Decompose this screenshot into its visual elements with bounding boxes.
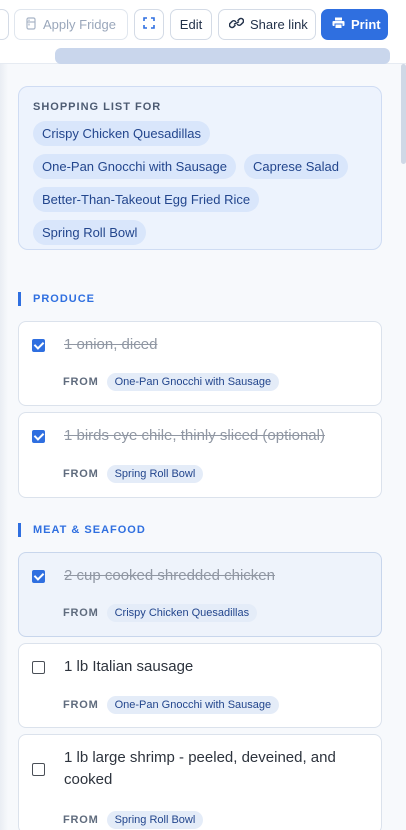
section-heading-meat-seafood: MEAT & SEAFOOD	[18, 523, 146, 537]
item-checkbox[interactable]	[32, 430, 45, 443]
section-heading-produce: PRODUCE	[18, 292, 95, 306]
shopping-list-card: SHOPPING LIST FOR Crispy Chicken Quesadi…	[18, 86, 382, 250]
apply-fridge-button[interactable]: Apply Fridge	[14, 9, 128, 40]
item-text: 1 birds eye chile, thinly sliced (option…	[64, 427, 325, 444]
source-recipe-chip[interactable]: Crispy Chicken Quesadillas	[106, 604, 258, 622]
fullscreen-button[interactable]	[134, 9, 164, 40]
source-recipe-chip[interactable]: One-Pan Gnocchi with Sausage	[106, 373, 280, 391]
apply-fridge-label: Apply Fridge	[43, 17, 116, 32]
item-text: 2 cup cooked shredded chicken	[64, 567, 275, 584]
item-checkbox[interactable]	[32, 763, 45, 776]
horizontal-scrollbar[interactable]	[55, 48, 390, 64]
sidebar-edge	[0, 64, 8, 830]
share-link-button[interactable]: Share link	[218, 9, 316, 40]
item-source: FROM Crispy Chicken Quesadillas	[63, 604, 258, 622]
edit-label: Edit	[179, 17, 203, 32]
printer-icon	[332, 17, 345, 32]
share-link-label: Share link	[250, 17, 308, 32]
fridge-icon	[25, 16, 37, 33]
from-label: FROM	[63, 376, 99, 388]
item-source: FROM One-Pan Gnocchi with Sausage	[63, 373, 280, 391]
list-item: 1 lb large shrimp - peeled, deveined, an…	[18, 734, 382, 830]
recipe-chip[interactable]: Crispy Chicken Quesadillas	[33, 121, 210, 146]
source-recipe-chip[interactable]: Spring Roll Bowl	[106, 811, 204, 829]
edit-button[interactable]: Edit	[170, 9, 212, 40]
expand-icon	[143, 17, 155, 32]
recipe-chip[interactable]: Spring Roll Bowl	[33, 220, 147, 245]
vertical-scrollbar[interactable]	[401, 64, 406, 164]
item-text: 1 onion, diced	[64, 336, 158, 353]
recipe-chips: Crispy Chicken Quesadillas One-Pan Gnocc…	[33, 121, 367, 245]
item-text: 1 lb Italian sausage	[64, 658, 194, 675]
source-recipe-chip[interactable]: Spring Roll Bowl	[106, 465, 204, 483]
print-button[interactable]: Print	[321, 9, 388, 40]
list-item: 2 cup cooked shredded chicken FROM Crisp…	[18, 552, 382, 637]
list-item: 1 lb Italian sausage FROM One-Pan Gnocch…	[18, 643, 382, 728]
source-recipe-chip[interactable]: One-Pan Gnocchi with Sausage	[106, 696, 280, 714]
top-toolbar: Apply Fridge Edit Share link Print	[0, 0, 406, 64]
link-icon	[228, 17, 245, 32]
item-source: FROM Spring Roll Bowl	[63, 811, 204, 829]
item-source: FROM Spring Roll Bowl	[63, 465, 204, 483]
print-label: Print	[351, 17, 381, 32]
list-item: 1 onion, diced FROM One-Pan Gnocchi with…	[18, 321, 382, 406]
from-label: FROM	[63, 468, 99, 480]
recipe-chip[interactable]: Better-Than-Takeout Egg Fried Rice	[33, 187, 260, 212]
item-checkbox[interactable]	[32, 661, 45, 674]
item-checkbox[interactable]	[32, 339, 45, 352]
from-label: FROM	[63, 607, 99, 619]
list-item: 1 birds eye chile, thinly sliced (option…	[18, 412, 382, 498]
recipe-chip[interactable]: Caprese Salad	[244, 154, 348, 179]
from-label: FROM	[63, 814, 99, 826]
item-source: FROM One-Pan Gnocchi with Sausage	[63, 696, 280, 714]
previous-toolbar-button[interactable]	[0, 9, 9, 40]
shopping-list-title: SHOPPING LIST FOR	[33, 101, 162, 113]
item-text: 1 lb large shrimp - peeled, deveined, an…	[64, 749, 336, 788]
from-label: FROM	[63, 699, 99, 711]
item-checkbox[interactable]	[32, 570, 45, 583]
recipe-chip[interactable]: One-Pan Gnocchi with Sausage	[33, 154, 236, 179]
